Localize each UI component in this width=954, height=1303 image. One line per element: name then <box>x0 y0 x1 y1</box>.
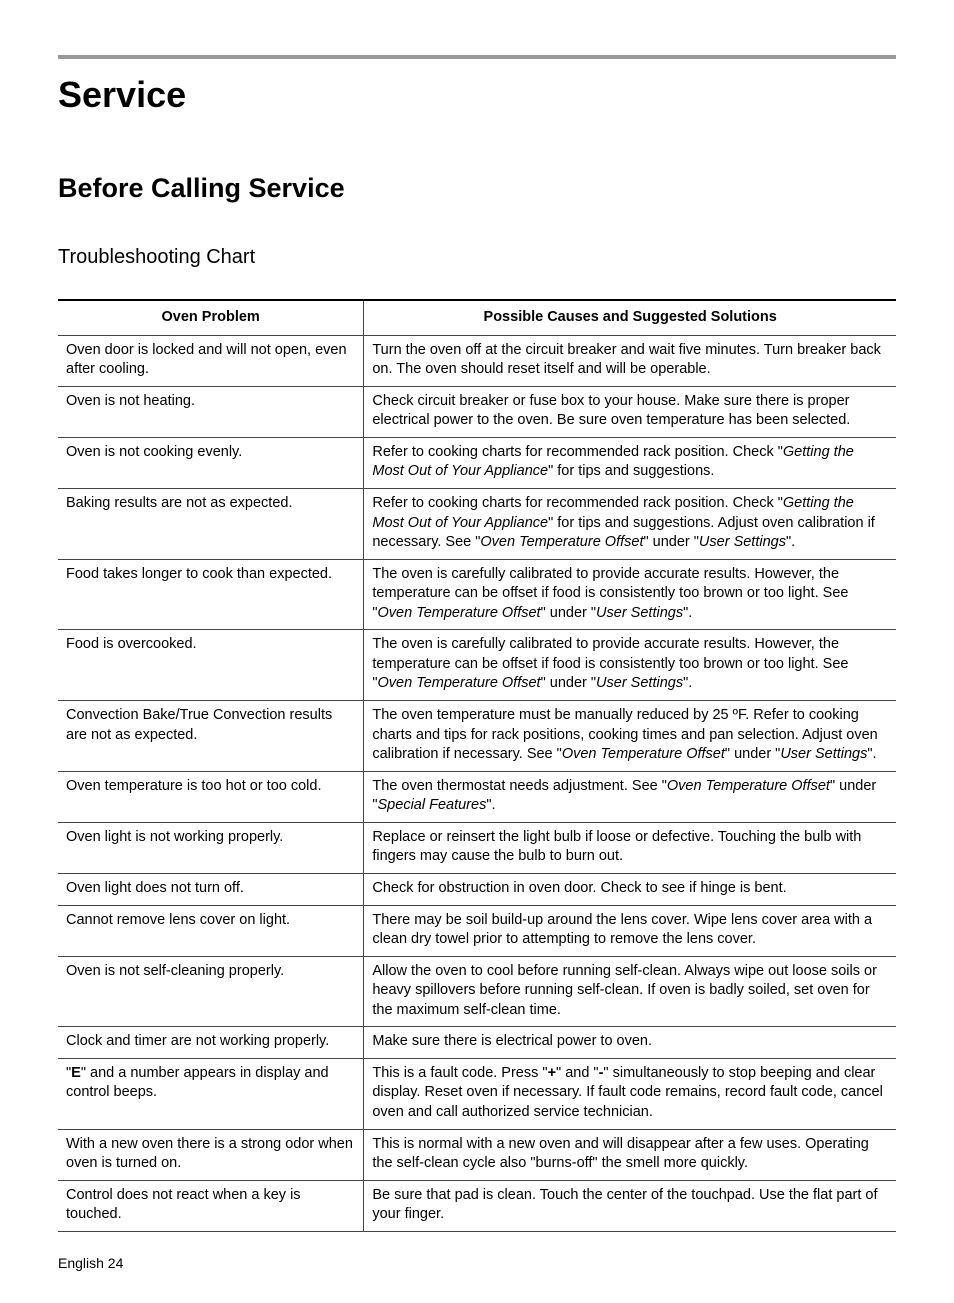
solution-cell: The oven temperature must be manually re… <box>364 701 896 772</box>
problem-cell: Food is overcooked. <box>58 630 364 701</box>
problem-cell: Clock and timer are not working properly… <box>58 1027 364 1059</box>
page-footer: English 24 <box>58 1254 896 1273</box>
problem-cell: Convection Bake/True Convection results … <box>58 701 364 772</box>
table-header-row: Oven Problem Possible Causes and Suggest… <box>58 300 896 335</box>
table-row: Oven is not heating.Check circuit breake… <box>58 386 896 437</box>
table-row: With a new oven there is a strong odor w… <box>58 1129 896 1180</box>
section-heading: Before Calling Service <box>58 170 896 206</box>
subsection-heading: Troubleshooting Chart <box>58 244 896 271</box>
table-row: Oven door is locked and will not open, e… <box>58 335 896 386</box>
problem-cell: "E" and a number appears in display and … <box>58 1058 364 1129</box>
solution-cell: The oven is carefully calibrated to prov… <box>364 630 896 701</box>
problem-cell: Oven is not cooking evenly. <box>58 437 364 488</box>
table-row: Food takes longer to cook than expected.… <box>58 559 896 630</box>
table-row: Oven is not self-cleaning properly.Allow… <box>58 956 896 1027</box>
table-row: Convection Bake/True Convection results … <box>58 701 896 772</box>
solution-cell: Refer to cooking charts for recommended … <box>364 488 896 559</box>
solution-cell: Be sure that pad is clean. Touch the cen… <box>364 1180 896 1231</box>
solution-cell: Check for obstruction in oven door. Chec… <box>364 873 896 905</box>
problem-cell: Oven light is not working properly. <box>58 822 364 873</box>
solution-cell: Check circuit breaker or fuse box to you… <box>364 386 896 437</box>
problem-cell: Oven door is locked and will not open, e… <box>58 335 364 386</box>
solution-cell: Turn the oven off at the circuit breaker… <box>364 335 896 386</box>
page-title: Service <box>58 71 896 120</box>
solution-cell: The oven is carefully calibrated to prov… <box>364 559 896 630</box>
solution-cell: Refer to cooking charts for recommended … <box>364 437 896 488</box>
problem-cell: Oven light does not turn off. <box>58 873 364 905</box>
table-row: Oven light is not working properly.Repla… <box>58 822 896 873</box>
table-row: Oven light does not turn off.Check for o… <box>58 873 896 905</box>
table-row: Food is overcooked.The oven is carefully… <box>58 630 896 701</box>
problem-cell: Control does not react when a key is tou… <box>58 1180 364 1231</box>
table-row: Oven is not cooking evenly.Refer to cook… <box>58 437 896 488</box>
solution-cell: This is normal with a new oven and will … <box>364 1129 896 1180</box>
table-row: Clock and timer are not working properly… <box>58 1027 896 1059</box>
header-problem: Oven Problem <box>58 300 364 335</box>
table-row: Oven temperature is too hot or too cold.… <box>58 771 896 822</box>
table-row: Baking results are not as expected.Refer… <box>58 488 896 559</box>
table-row: "E" and a number appears in display and … <box>58 1058 896 1129</box>
solution-cell: This is a fault code. Press "+" and "-" … <box>364 1058 896 1129</box>
solution-cell: Allow the oven to cool before running se… <box>364 956 896 1027</box>
problem-cell: Oven is not self-cleaning properly. <box>58 956 364 1027</box>
problem-cell: Baking results are not as expected. <box>58 488 364 559</box>
solution-cell: The oven thermostat needs adjustment. Se… <box>364 771 896 822</box>
troubleshooting-table: Oven Problem Possible Causes and Suggest… <box>58 299 896 1232</box>
problem-cell: Food takes longer to cook than expected. <box>58 559 364 630</box>
table-row: Cannot remove lens cover on light.There … <box>58 905 896 956</box>
header-solution: Possible Causes and Suggested Solutions <box>364 300 896 335</box>
table-row: Control does not react when a key is tou… <box>58 1180 896 1231</box>
solution-cell: Replace or reinsert the light bulb if lo… <box>364 822 896 873</box>
problem-cell: Oven is not heating. <box>58 386 364 437</box>
problem-cell: Cannot remove lens cover on light. <box>58 905 364 956</box>
problem-cell: Oven temperature is too hot or too cold. <box>58 771 364 822</box>
solution-cell: There may be soil build-up around the le… <box>364 905 896 956</box>
problem-cell: With a new oven there is a strong odor w… <box>58 1129 364 1180</box>
solution-cell: Make sure there is electrical power to o… <box>364 1027 896 1059</box>
top-rule <box>58 55 896 59</box>
